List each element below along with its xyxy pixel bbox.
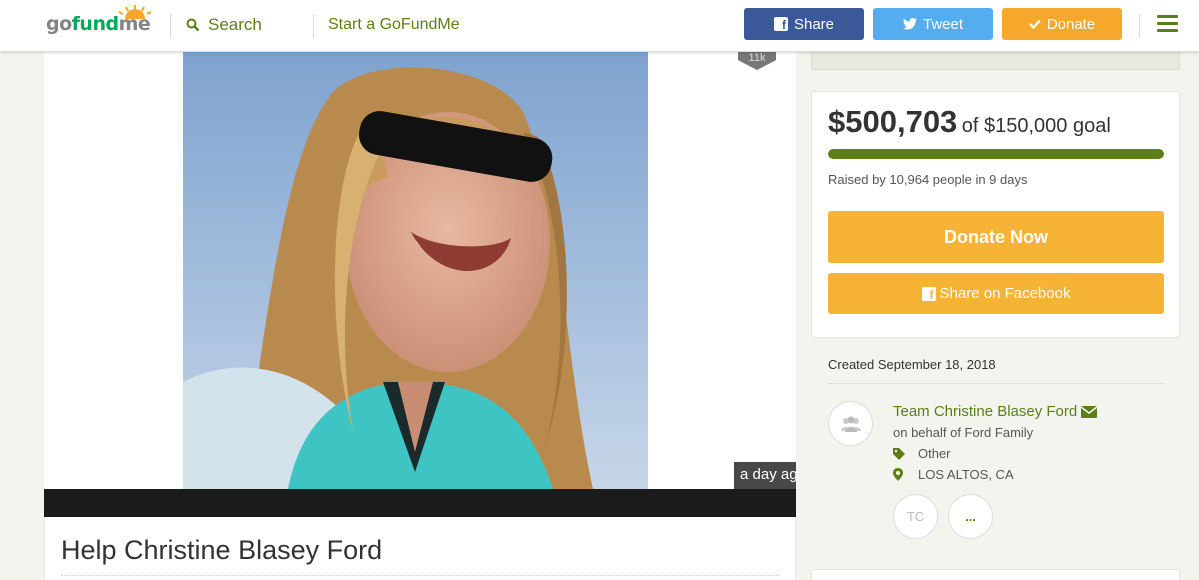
campaign-photo[interactable]: [183, 52, 648, 489]
logo-sun-icon: [118, 5, 152, 19]
facebook-icon: f: [773, 17, 788, 31]
category-text[interactable]: Other: [918, 446, 951, 461]
divider: [61, 575, 779, 576]
goal-text: of $150,000 goal: [961, 115, 1111, 137]
on-behalf-text: on behalf of Ford Family: [893, 425, 1034, 440]
search-icon: [186, 18, 200, 32]
share-button[interactable]: f Share: [744, 8, 864, 40]
envelope-icon[interactable]: [1081, 405, 1098, 418]
twitter-icon: [902, 18, 917, 30]
check-icon: [1028, 19, 1041, 29]
users-icon: [840, 416, 861, 432]
facebook-icon: f: [921, 286, 936, 301]
header-donate-button[interactable]: Donate: [1002, 8, 1122, 40]
amount-raised: $500,703 of $150,000 goal: [828, 104, 1111, 140]
progress-bar: [828, 149, 1164, 159]
search-link[interactable]: Search: [186, 15, 262, 35]
start-gofundme-link[interactable]: Start a GoFundMe: [328, 16, 460, 34]
tweet-button[interactable]: Tweet: [873, 8, 993, 40]
top-strip: [811, 52, 1180, 70]
raised-by-text: Raised by 10,964 people in 9 days: [828, 172, 1028, 187]
donate-now-button[interactable]: Donate Now: [828, 211, 1164, 263]
campaign-title: Help Christine Blasey Ford: [61, 535, 383, 565]
raised-amount: $500,703: [828, 104, 958, 139]
progress-card: $500,703 of $150,000 goal Raised by 10,9…: [811, 91, 1180, 338]
team-member-avatar[interactable]: TC: [893, 494, 938, 539]
map-marker-icon: [893, 468, 903, 481]
organizer-name-link[interactable]: Team Christine Blasey Ford: [893, 403, 1098, 420]
heart-count-tab[interactable]: 11k: [738, 52, 776, 70]
campaign-photo-image: [183, 52, 648, 489]
next-card: [811, 569, 1180, 580]
campaign-media: 11k a day ag: [44, 52, 796, 517]
created-date: Created September 18, 2018: [828, 357, 996, 372]
organizer-avatar[interactable]: [828, 401, 873, 446]
campaign-title-card: Help Christine Blasey Ford: [44, 517, 796, 580]
time-badge: a day ag: [734, 462, 796, 489]
progress-bar-fill: [828, 149, 1164, 159]
location-row: LOS ALTOS, CA: [893, 467, 1014, 482]
tag-icon: [893, 447, 905, 460]
top-navigation: gofundme Search Start a GoFundMe f Share…: [0, 0, 1199, 52]
share-on-facebook-button[interactable]: f Share on Facebook: [828, 273, 1164, 314]
divider: [828, 383, 1164, 384]
more-team-button[interactable]: ...: [948, 494, 993, 539]
menu-icon[interactable]: [1157, 15, 1178, 33]
header-divider: [1139, 14, 1140, 38]
search-label: Search: [208, 15, 262, 34]
category-row: Other: [893, 446, 951, 461]
header-divider: [170, 14, 171, 38]
media-bar: [44, 489, 796, 517]
header-divider: [313, 14, 314, 38]
location-text: LOS ALTOS, CA: [918, 467, 1014, 482]
